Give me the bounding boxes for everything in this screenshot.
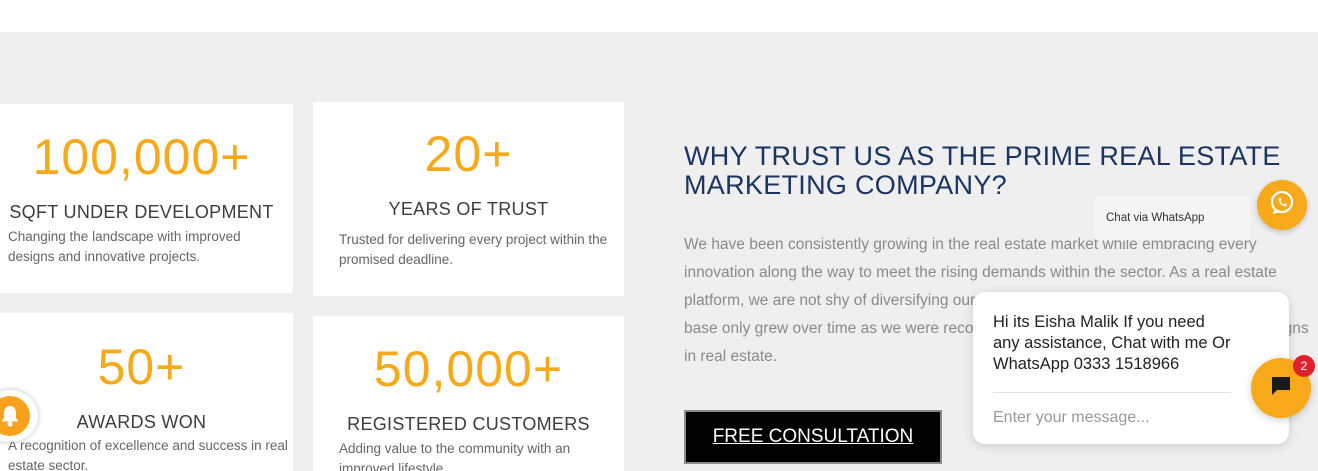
stat-description: Changing the landscape with improved des… (8, 229, 241, 264)
stat-card-years: 20+ YEARS OF TRUST Trusted for deliverin… (313, 102, 624, 296)
whatsapp-label[interactable]: Chat via WhatsApp (1094, 196, 1250, 240)
stat-description: Trusted for delivering every project wit… (339, 232, 608, 267)
stat-title: SQFT UNDER DEVELOPMENT (9, 202, 274, 222)
stat-card-awards: 50+ AWARDS WON A recognition of excellen… (0, 313, 293, 471)
stat-number: 50+ (97, 339, 186, 395)
stat-number: 20+ (424, 126, 513, 182)
whatsapp-button[interactable] (1257, 180, 1307, 230)
section-heading: WHY TRUST US AS THE PRIME REAL ESTATE MA… (684, 141, 1281, 200)
chat-welcome-message: Hi its Eisha Malik If you need any assis… (993, 313, 1231, 373)
stat-card-customers: 50,000+ REGISTERED CUSTOMERS Adding valu… (313, 316, 624, 471)
free-consultation-button[interactable]: FREE CONSULTATION (684, 410, 942, 464)
stat-number: 100,000+ (32, 129, 251, 185)
stat-description: Adding value to the community with an im… (339, 441, 571, 471)
chat-popup: Hi its Eisha Malik If you need any assis… (973, 292, 1289, 444)
bell-icon (0, 396, 30, 436)
stat-number: 50,000+ (373, 341, 564, 397)
whatsapp-icon (1267, 188, 1297, 223)
stat-card-sqft: 100,000+ SQFT UNDER DEVELOPMENT Changing… (0, 104, 293, 293)
chat-divider (993, 392, 1231, 393)
stat-description: A recognition of excellence and success … (8, 438, 288, 471)
stat-title: AWARDS WON (76, 412, 207, 432)
unread-badge: 2 (1293, 355, 1315, 377)
stat-title: REGISTERED CUSTOMERS (347, 414, 590, 434)
chat-message-input[interactable] (993, 404, 1223, 432)
chat-bubble-icon (1270, 375, 1292, 402)
stat-title: YEARS OF TRUST (388, 199, 549, 219)
header-band (0, 0, 1318, 32)
chat-toggle-button[interactable]: 2 (1251, 355, 1315, 418)
